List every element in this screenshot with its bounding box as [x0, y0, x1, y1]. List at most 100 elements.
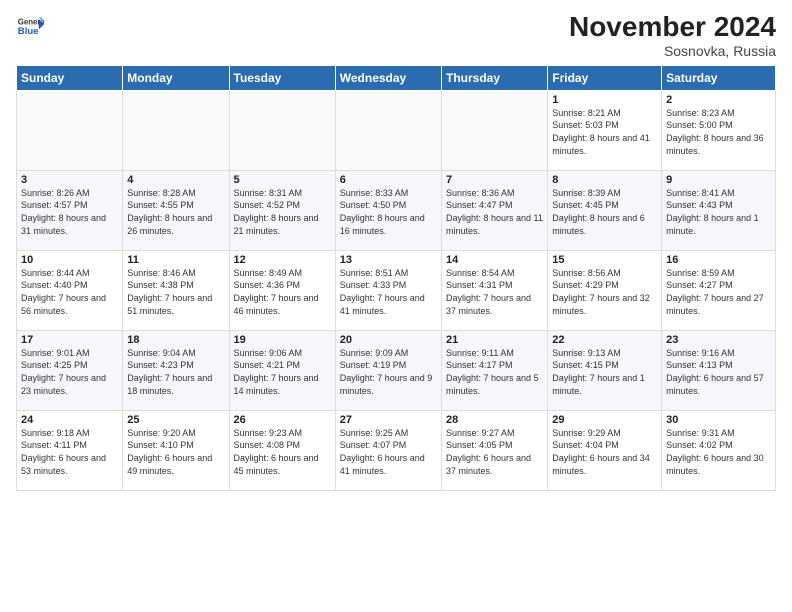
day-info: Sunrise: 9:04 AM Sunset: 4:23 PM Dayligh…: [127, 347, 224, 397]
day-cell: 28Sunrise: 9:27 AM Sunset: 4:05 PM Dayli…: [442, 410, 548, 490]
day-number: 22: [552, 334, 657, 346]
day-number: 18: [127, 334, 224, 346]
day-cell: 5Sunrise: 8:31 AM Sunset: 4:52 PM Daylig…: [229, 170, 335, 250]
day-cell: 29Sunrise: 9:29 AM Sunset: 4:04 PM Dayli…: [548, 410, 662, 490]
logo-icon: General Blue: [16, 12, 44, 40]
header-wednesday: Wednesday: [335, 65, 441, 90]
day-info: Sunrise: 8:46 AM Sunset: 4:38 PM Dayligh…: [127, 267, 224, 317]
day-cell: 17Sunrise: 9:01 AM Sunset: 4:25 PM Dayli…: [17, 330, 123, 410]
day-cell: 12Sunrise: 8:49 AM Sunset: 4:36 PM Dayli…: [229, 250, 335, 330]
day-cell: 26Sunrise: 9:23 AM Sunset: 4:08 PM Dayli…: [229, 410, 335, 490]
day-number: 13: [340, 254, 437, 266]
day-cell: [17, 90, 123, 170]
day-info: Sunrise: 8:39 AM Sunset: 4:45 PM Dayligh…: [552, 187, 657, 237]
day-info: Sunrise: 8:21 AM Sunset: 5:03 PM Dayligh…: [552, 107, 657, 157]
week-row-4: 17Sunrise: 9:01 AM Sunset: 4:25 PM Dayli…: [17, 330, 776, 410]
day-cell: 16Sunrise: 8:59 AM Sunset: 4:27 PM Dayli…: [662, 250, 776, 330]
day-number: 17: [21, 334, 118, 346]
day-info: Sunrise: 8:41 AM Sunset: 4:43 PM Dayligh…: [666, 187, 771, 237]
day-cell: 3Sunrise: 8:26 AM Sunset: 4:57 PM Daylig…: [17, 170, 123, 250]
day-number: 29: [552, 414, 657, 426]
day-number: 7: [446, 174, 543, 186]
day-info: Sunrise: 8:23 AM Sunset: 5:00 PM Dayligh…: [666, 107, 771, 157]
week-row-2: 3Sunrise: 8:26 AM Sunset: 4:57 PM Daylig…: [17, 170, 776, 250]
day-number: 8: [552, 174, 657, 186]
day-number: 3: [21, 174, 118, 186]
day-info: Sunrise: 9:06 AM Sunset: 4:21 PM Dayligh…: [234, 347, 331, 397]
day-number: 19: [234, 334, 331, 346]
day-info: Sunrise: 8:59 AM Sunset: 4:27 PM Dayligh…: [666, 267, 771, 317]
day-cell: 30Sunrise: 9:31 AM Sunset: 4:02 PM Dayli…: [662, 410, 776, 490]
day-number: 1: [552, 94, 657, 106]
day-cell: 1Sunrise: 8:21 AM Sunset: 5:03 PM Daylig…: [548, 90, 662, 170]
day-number: 27: [340, 414, 437, 426]
location: Sosnovka, Russia: [569, 43, 776, 59]
logo: General Blue: [16, 12, 44, 40]
day-number: 23: [666, 334, 771, 346]
day-number: 24: [21, 414, 118, 426]
day-cell: 23Sunrise: 9:16 AM Sunset: 4:13 PM Dayli…: [662, 330, 776, 410]
day-info: Sunrise: 8:54 AM Sunset: 4:31 PM Dayligh…: [446, 267, 543, 317]
day-number: 21: [446, 334, 543, 346]
day-cell: 13Sunrise: 8:51 AM Sunset: 4:33 PM Dayli…: [335, 250, 441, 330]
day-number: 5: [234, 174, 331, 186]
day-info: Sunrise: 9:13 AM Sunset: 4:15 PM Dayligh…: [552, 347, 657, 397]
day-info: Sunrise: 8:28 AM Sunset: 4:55 PM Dayligh…: [127, 187, 224, 237]
day-info: Sunrise: 8:33 AM Sunset: 4:50 PM Dayligh…: [340, 187, 437, 237]
day-number: 12: [234, 254, 331, 266]
header-tuesday: Tuesday: [229, 65, 335, 90]
day-number: 11: [127, 254, 224, 266]
day-info: Sunrise: 9:11 AM Sunset: 4:17 PM Dayligh…: [446, 347, 543, 397]
header-thursday: Thursday: [442, 65, 548, 90]
day-cell: 25Sunrise: 9:20 AM Sunset: 4:10 PM Dayli…: [123, 410, 229, 490]
week-row-5: 24Sunrise: 9:18 AM Sunset: 4:11 PM Dayli…: [17, 410, 776, 490]
day-number: 26: [234, 414, 331, 426]
day-info: Sunrise: 9:09 AM Sunset: 4:19 PM Dayligh…: [340, 347, 437, 397]
day-info: Sunrise: 9:29 AM Sunset: 4:04 PM Dayligh…: [552, 427, 657, 477]
day-number: 30: [666, 414, 771, 426]
day-info: Sunrise: 9:31 AM Sunset: 4:02 PM Dayligh…: [666, 427, 771, 477]
day-number: 16: [666, 254, 771, 266]
header-saturday: Saturday: [662, 65, 776, 90]
day-info: Sunrise: 8:26 AM Sunset: 4:57 PM Dayligh…: [21, 187, 118, 237]
day-number: 9: [666, 174, 771, 186]
day-cell: 24Sunrise: 9:18 AM Sunset: 4:11 PM Dayli…: [17, 410, 123, 490]
week-row-3: 10Sunrise: 8:44 AM Sunset: 4:40 PM Dayli…: [17, 250, 776, 330]
day-cell: [442, 90, 548, 170]
day-number: 14: [446, 254, 543, 266]
weekday-header-row: Sunday Monday Tuesday Wednesday Thursday…: [17, 65, 776, 90]
day-cell: 2Sunrise: 8:23 AM Sunset: 5:00 PM Daylig…: [662, 90, 776, 170]
day-cell: [229, 90, 335, 170]
day-info: Sunrise: 8:44 AM Sunset: 4:40 PM Dayligh…: [21, 267, 118, 317]
title-block: November 2024 Sosnovka, Russia: [569, 12, 776, 59]
day-number: 10: [21, 254, 118, 266]
day-number: 28: [446, 414, 543, 426]
day-cell: [123, 90, 229, 170]
svg-text:Blue: Blue: [18, 26, 39, 37]
day-cell: 14Sunrise: 8:54 AM Sunset: 4:31 PM Dayli…: [442, 250, 548, 330]
day-cell: 18Sunrise: 9:04 AM Sunset: 4:23 PM Dayli…: [123, 330, 229, 410]
calendar-table: Sunday Monday Tuesday Wednesday Thursday…: [16, 65, 776, 491]
day-number: 15: [552, 254, 657, 266]
day-number: 6: [340, 174, 437, 186]
header-monday: Monday: [123, 65, 229, 90]
day-info: Sunrise: 8:51 AM Sunset: 4:33 PM Dayligh…: [340, 267, 437, 317]
day-cell: [335, 90, 441, 170]
day-cell: 10Sunrise: 8:44 AM Sunset: 4:40 PM Dayli…: [17, 250, 123, 330]
day-cell: 20Sunrise: 9:09 AM Sunset: 4:19 PM Dayli…: [335, 330, 441, 410]
week-row-1: 1Sunrise: 8:21 AM Sunset: 5:03 PM Daylig…: [17, 90, 776, 170]
day-info: Sunrise: 9:18 AM Sunset: 4:11 PM Dayligh…: [21, 427, 118, 477]
day-info: Sunrise: 8:49 AM Sunset: 4:36 PM Dayligh…: [234, 267, 331, 317]
day-number: 2: [666, 94, 771, 106]
day-cell: 19Sunrise: 9:06 AM Sunset: 4:21 PM Dayli…: [229, 330, 335, 410]
day-info: Sunrise: 9:27 AM Sunset: 4:05 PM Dayligh…: [446, 427, 543, 477]
day-cell: 21Sunrise: 9:11 AM Sunset: 4:17 PM Dayli…: [442, 330, 548, 410]
day-cell: 7Sunrise: 8:36 AM Sunset: 4:47 PM Daylig…: [442, 170, 548, 250]
day-number: 4: [127, 174, 224, 186]
day-info: Sunrise: 9:23 AM Sunset: 4:08 PM Dayligh…: [234, 427, 331, 477]
day-cell: 8Sunrise: 8:39 AM Sunset: 4:45 PM Daylig…: [548, 170, 662, 250]
day-number: 20: [340, 334, 437, 346]
header-friday: Friday: [548, 65, 662, 90]
day-info: Sunrise: 9:25 AM Sunset: 4:07 PM Dayligh…: [340, 427, 437, 477]
day-info: Sunrise: 9:16 AM Sunset: 4:13 PM Dayligh…: [666, 347, 771, 397]
